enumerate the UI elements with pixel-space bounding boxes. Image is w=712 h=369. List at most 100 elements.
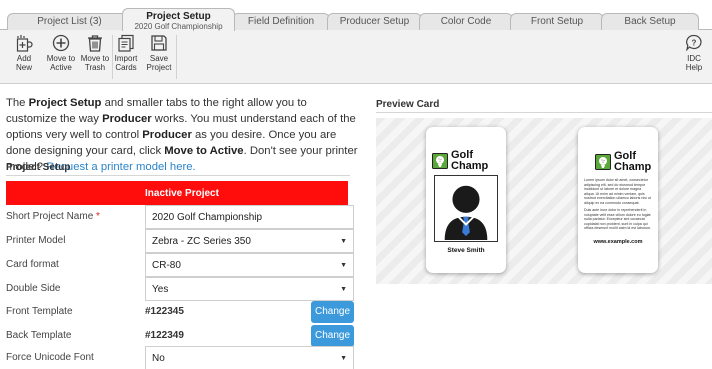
card-back-text: Lorem ipsum dolor sit amet, consectetur … [584, 178, 652, 231]
printer-model-row: Printer Model Zebra - ZC Series 350 ▼ [6, 229, 354, 253]
short-name-value: 2020 Golf Championship [152, 212, 263, 223]
add-new-button[interactable]: Add New [12, 34, 36, 80]
move-to-trash-button[interactable]: Move to Trash [80, 34, 110, 80]
toolbar: Add New Move to Active Move to Trash Imp… [0, 30, 712, 84]
move-to-active-label-1: Move to [46, 54, 76, 63]
trash-icon [86, 34, 104, 52]
save-project-label-2: Project [146, 63, 172, 72]
printer-model-value: Zebra - ZC Series 350 [152, 236, 251, 247]
tab-sublabel: 2020 Golf Championship [134, 22, 223, 31]
save-project-button[interactable]: Save Project [145, 34, 173, 80]
intro-bold-move-to-active: Move to Active [164, 145, 244, 157]
import-cards-label-1: Import [114, 54, 138, 63]
add-new-label-1: Add [16, 54, 32, 63]
change-back-template-button[interactable]: Change [311, 325, 354, 347]
preview-area: Golf Champ Steve Smith Golf Champ Lorem ip… [376, 118, 712, 284]
card-person-name: Steve Smith [447, 247, 485, 254]
preview-card-title: Preview Card [376, 99, 440, 110]
logo-line-2: Champ [451, 160, 489, 172]
front-template-label: Front Template [6, 306, 73, 317]
import-cards-label-2: Cards [115, 63, 137, 72]
tab-label: Back Setup [624, 16, 676, 27]
tab-color-code[interactable]: Color Code [419, 13, 513, 30]
card-format-select[interactable]: CR-80 ▼ [145, 253, 354, 277]
card-format-row: Card format CR-80 ▼ [6, 253, 354, 277]
person-silhouette-icon [444, 185, 488, 240]
status-banner: Inactive Project [6, 181, 348, 205]
back-template-row: Back Template #122349 Change [6, 324, 354, 348]
toolbar-separator [176, 35, 177, 79]
save-icon [150, 34, 168, 52]
logo-line-2: Champ [614, 161, 652, 173]
add-new-label-2: New [15, 63, 32, 72]
double-side-select[interactable]: Yes ▼ [145, 277, 354, 301]
logo-text: Golf Champ [451, 150, 488, 172]
tab-bar: Project List (3) Project Setup 2020 Golf… [0, 0, 712, 31]
move-to-active-label-2: Active [50, 63, 72, 72]
printer-model-select[interactable]: Zebra - ZC Series 350 ▼ [145, 229, 354, 253]
status-banner-text: Inactive Project [145, 188, 219, 199]
short-name-input[interactable]: 2020 Golf Championship [145, 205, 354, 229]
back-template-value: #122349 [145, 330, 184, 341]
short-name-label: Short Project Name * [6, 211, 100, 222]
import-cards-button[interactable]: Import Cards [114, 34, 138, 80]
section-divider [6, 175, 350, 176]
tab-label: Front Setup [530, 16, 584, 27]
tab-label: Field Definition [247, 16, 315, 27]
idc-help-button[interactable]: ? IDC Help [682, 34, 706, 80]
chevron-down-icon: ▼ [340, 355, 347, 362]
help-icon: ? [685, 34, 703, 52]
section-title: Project Setup [6, 162, 71, 173]
front-template-row: Front Template #122345 Change [6, 300, 354, 324]
card-front-preview: Golf Champ Steve Smith [426, 127, 506, 273]
idc-help-label-2: Help [685, 63, 703, 72]
short-name-row: Short Project Name * 2020 Golf Champions… [6, 205, 354, 229]
golf-logo-icon [595, 154, 611, 170]
chevron-down-icon: ▼ [340, 262, 347, 269]
card-website: www.example.com [593, 239, 643, 245]
move-to-active-button[interactable]: Move to Active [46, 34, 76, 80]
short-name-label-text: Short Project Name [6, 211, 94, 222]
import-cards-icon [117, 34, 135, 52]
tab-label: Color Code [440, 16, 492, 27]
svg-text:?: ? [692, 39, 697, 48]
tab-back-setup[interactable]: Back Setup [601, 13, 699, 30]
double-side-row: Double Side Yes ▼ [6, 277, 354, 301]
intro-bold-producer: Producer [142, 129, 192, 141]
logo-text: Golf Champ [614, 151, 651, 173]
tab-project-setup[interactable]: Project Setup 2020 Golf Championship [122, 8, 235, 31]
force-unicode-select[interactable]: No ▼ [145, 346, 354, 369]
change-front-template-button[interactable]: Change [311, 301, 354, 323]
toolbar-separator [112, 35, 113, 79]
move-to-trash-label-2: Trash [84, 63, 106, 72]
double-side-value: Yes [152, 284, 169, 295]
back-template-label: Back Template [6, 330, 72, 341]
tab-label: Project List (3) [37, 16, 102, 27]
golf-logo-icon [432, 153, 448, 169]
tab-field-definition[interactable]: Field Definition [232, 13, 330, 30]
printer-model-label: Printer Model [6, 235, 66, 246]
card-back-paragraph: Duis aute irure dolor in reprehenderit i… [584, 208, 652, 230]
intro-bold-producer: Producer [102, 113, 152, 125]
plus-circle-icon [52, 34, 70, 52]
tab-front-setup[interactable]: Front Setup [510, 13, 604, 30]
card-format-value: CR-80 [152, 260, 181, 271]
preview-divider [376, 112, 712, 113]
chevron-down-icon: ▼ [340, 238, 347, 245]
force-unicode-value: No [152, 353, 165, 364]
double-side-label: Double Side [6, 283, 61, 294]
intro-text: The [6, 97, 29, 109]
card-back-preview: Golf Champ Lorem ipsum dolor sit amet, co… [578, 127, 658, 273]
tab-producer-setup[interactable]: Producer Setup [327, 13, 422, 30]
force-unicode-row: Force Unicode Font No ▼ [6, 346, 354, 369]
card-back-paragraph: Lorem ipsum dolor sit amet, consectetur … [584, 178, 651, 205]
front-template-value: #122345 [145, 306, 184, 317]
photo-placeholder [434, 175, 498, 242]
add-icon [15, 34, 33, 52]
save-project-label-1: Save [149, 54, 169, 63]
move-to-trash-label-1: Move to [80, 54, 110, 63]
chevron-down-icon: ▼ [340, 286, 347, 293]
tab-project-list[interactable]: Project List (3) [7, 13, 132, 30]
force-unicode-label: Force Unicode Font [6, 352, 94, 363]
intro-bold-project-setup: Project Setup [28, 97, 102, 109]
